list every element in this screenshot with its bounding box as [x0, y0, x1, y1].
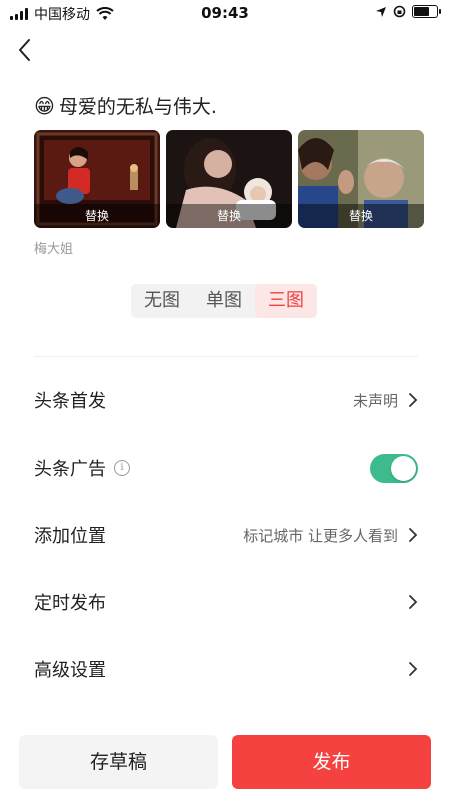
chevron-right-icon: [409, 662, 418, 676]
info-icon[interactable]: i: [114, 460, 130, 476]
setting-value: 未声明: [352, 391, 398, 410]
cover-mode-single[interactable]: 单图: [193, 284, 255, 318]
ads-toggle[interactable]: [370, 453, 418, 483]
chevron-right-icon: [409, 595, 418, 609]
battery-icon: [412, 5, 441, 18]
setting-label: 定时发布: [34, 593, 106, 614]
setting-first-publish[interactable]: 头条首发 未声明: [34, 380, 418, 420]
chevron-right-icon: [409, 393, 418, 407]
setting-add-location[interactable]: 添加位置 标记城市 让更多人看到: [34, 515, 418, 555]
setting-value: 标记城市 让更多人看到: [243, 526, 398, 545]
status-bar: 中国移动 09:43: [0, 0, 450, 26]
publish-button[interactable]: 发布: [232, 735, 431, 789]
bottom-action-bar: 存草稿 发布: [0, 735, 450, 789]
replace-button[interactable]: 替换: [166, 204, 292, 228]
replace-button[interactable]: 替换: [298, 204, 424, 228]
cover-image-1[interactable]: 替换: [34, 130, 160, 228]
status-right: [375, 5, 441, 18]
setting-label: 高级设置: [34, 660, 106, 681]
replace-button[interactable]: 替换: [34, 204, 160, 228]
cover-mode-three[interactable]: 三图: [255, 284, 317, 318]
setting-value-group: 未声明: [353, 390, 418, 411]
back-chevron-icon[interactable]: [14, 36, 38, 64]
save-draft-button[interactable]: 存草稿: [19, 735, 218, 789]
author-name: 梅大姐: [34, 242, 74, 257]
setting-value-group: 标记城市 让更多人看到: [243, 525, 418, 546]
article-title-text: 母爱的无私与伟大.: [58, 96, 217, 118]
toggle-knob: [391, 455, 416, 481]
chevron-right-icon: [409, 528, 418, 542]
cover-images: 替换 替换 替换: [34, 130, 424, 228]
setting-value-group: [408, 594, 418, 610]
cover-mode-selector: 无图 单图 三图: [131, 284, 317, 318]
setting-scheduled-publish[interactable]: 定时发布: [34, 582, 418, 622]
setting-value-group: [408, 661, 418, 677]
article-title[interactable]: 😁 母爱的无私与伟大.: [34, 92, 217, 119]
setting-ads: 头条广告 i: [34, 448, 418, 488]
setting-advanced[interactable]: 高级设置: [34, 649, 418, 689]
cover-mode-none[interactable]: 无图: [131, 284, 193, 318]
cover-image-2[interactable]: 替换: [166, 130, 292, 228]
rotation-lock-icon: [393, 5, 406, 18]
setting-label: 头条广告: [34, 459, 106, 480]
setting-label: 添加位置: [34, 526, 106, 547]
battery-fill: [414, 7, 429, 16]
setting-label: 头条首发: [34, 391, 106, 412]
location-arrow-icon: [376, 6, 386, 17]
setting-value-group: [370, 453, 418, 483]
section-divider: [34, 356, 418, 357]
grin-emoji-icon: 😁: [34, 93, 55, 118]
cover-image-3[interactable]: 替换: [298, 130, 424, 228]
